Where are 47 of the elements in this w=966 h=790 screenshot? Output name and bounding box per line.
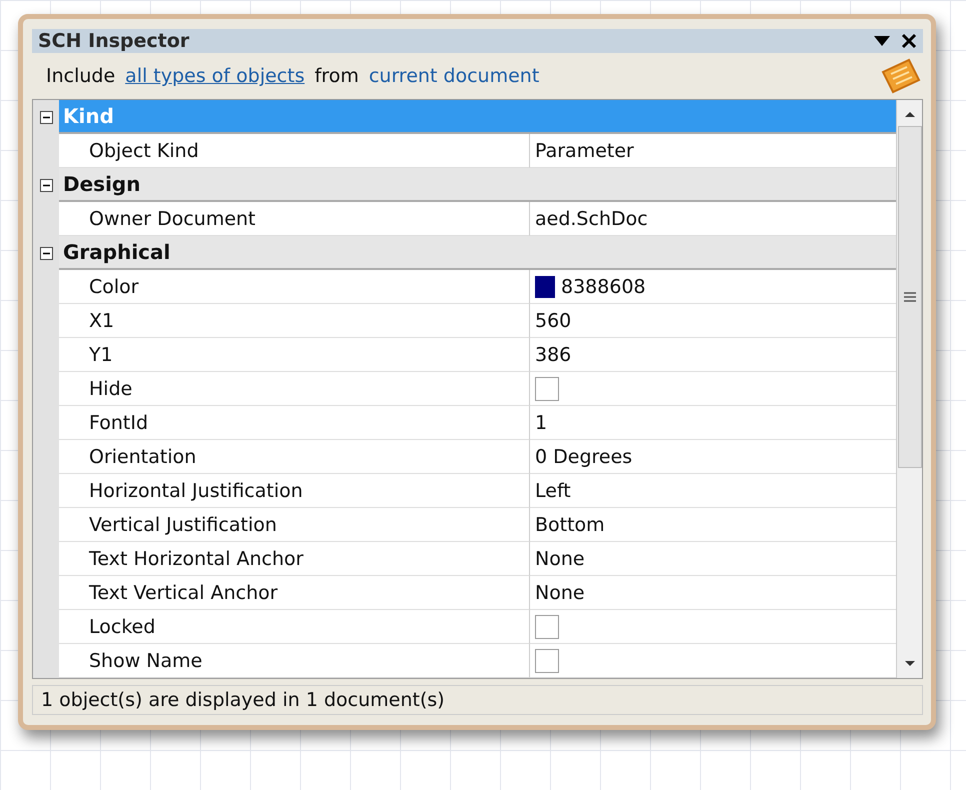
grip-icon <box>902 292 916 302</box>
property-value: Left <box>535 480 571 502</box>
property-name: Vertical Justification <box>59 508 530 542</box>
close-icon[interactable] <box>901 33 917 50</box>
property-value: 0 Degrees <box>535 446 632 468</box>
checkbox[interactable] <box>535 614 559 639</box>
property-value: Bottom <box>535 514 605 536</box>
property-value: aed.SchDoc <box>535 208 648 230</box>
checkbox[interactable] <box>535 376 559 401</box>
color-swatch[interactable] <box>535 276 555 298</box>
property-value: 8388608 <box>561 276 646 298</box>
property-name: Locked <box>59 610 530 644</box>
category-header[interactable]: Graphical <box>59 236 896 270</box>
property-name: Color <box>59 270 530 304</box>
property-value: Parameter <box>535 140 634 162</box>
checkbox[interactable] <box>535 648 559 673</box>
collapse-toggle[interactable] <box>38 110 54 125</box>
filter-label: from <box>314 65 359 88</box>
property-name: Y1 <box>59 338 530 372</box>
property-value: None <box>535 582 585 604</box>
category-header[interactable]: Kind <box>59 100 896 134</box>
property-name: Horizontal Justification <box>59 474 530 508</box>
status-bar: 1 object(s) are displayed in 1 document(s) <box>32 685 923 715</box>
property-name: X1 <box>59 304 530 338</box>
property-name: FontId <box>59 406 530 440</box>
scroll-down-icon[interactable] <box>904 660 916 668</box>
property-value: 560 <box>535 310 572 332</box>
property-name: Text Vertical Anchor <box>59 576 530 610</box>
category-header[interactable]: Design <box>59 168 896 202</box>
property-name: Show Name <box>59 644 530 678</box>
object-type-link[interactable]: all types of objects <box>125 65 305 88</box>
property-value: 1 <box>535 412 548 434</box>
property-name: Text Horizontal Anchor <box>59 542 530 576</box>
scope-link[interactable]: current document <box>368 65 540 88</box>
property-value: 386 <box>535 344 572 366</box>
scroll-up-icon[interactable] <box>904 110 916 118</box>
dropdown-icon[interactable] <box>873 35 891 48</box>
collapse-toggle[interactable] <box>38 246 54 261</box>
property-name: Orientation <box>59 440 530 474</box>
window-title: SCH Inspector <box>38 30 190 52</box>
scroll-thumb[interactable] <box>898 126 922 468</box>
filter-label: Include <box>46 65 116 88</box>
scrollbar[interactable] <box>896 100 922 678</box>
collapse-toggle[interactable] <box>38 178 54 193</box>
document-icon <box>879 58 921 94</box>
property-value: None <box>535 548 585 570</box>
property-name: Hide <box>59 372 530 406</box>
